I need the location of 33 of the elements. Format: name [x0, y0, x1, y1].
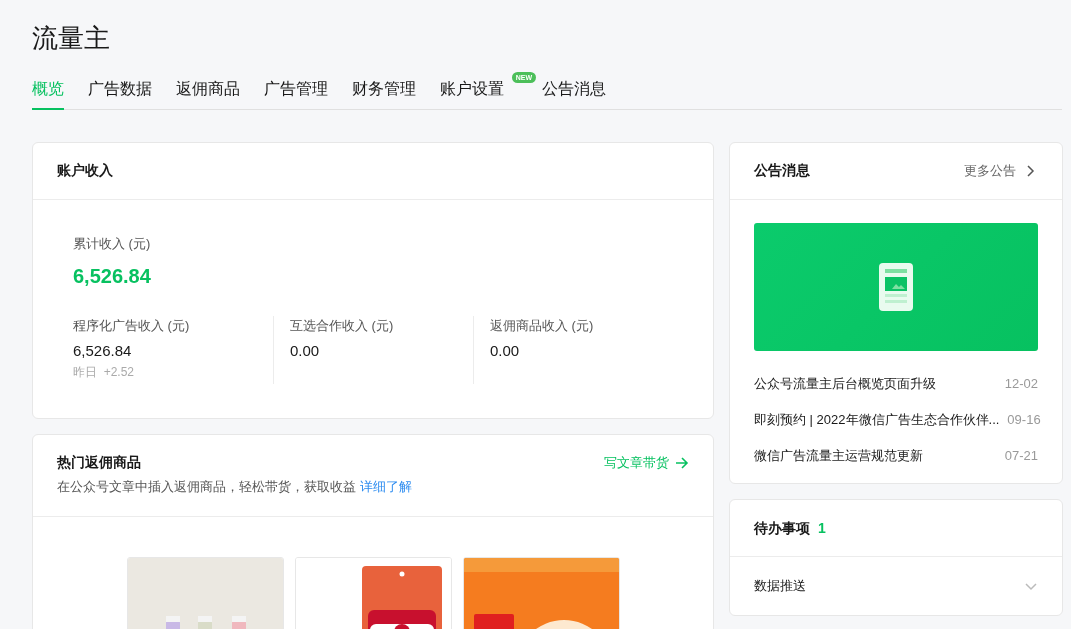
- income-value: 0.00: [490, 341, 521, 361]
- todo-item[interactable]: 数据推送: [754, 577, 806, 595]
- document-icon: [879, 263, 913, 311]
- page-title: 流量主: [32, 22, 111, 55]
- yesterday-change: 昨日 +2.52: [73, 364, 136, 381]
- announcement-title[interactable]: 公众号流量主后台概览页面升级: [754, 373, 936, 395]
- announcement-title[interactable]: 微信广告流量主运营规范更新: [754, 445, 923, 467]
- nav-tab[interactable]: 公告消息: [542, 78, 606, 110]
- announcement-banner[interactable]: [754, 223, 1038, 351]
- arrow-right-icon: [675, 456, 689, 470]
- income-value: 0.00: [290, 341, 321, 361]
- card-title: 待办事项: [754, 519, 810, 536]
- nav-tab[interactable]: 广告数据: [88, 78, 152, 110]
- nav-tab[interactable]: 财务管理: [352, 78, 416, 110]
- income-label: 返佣商品收入 (元): [490, 317, 595, 335]
- total-income-value: 6,526.84: [73, 264, 152, 289]
- announcement-date: 09-16: [1007, 411, 1041, 429]
- more-announcements-link[interactable]: 更多公告: [964, 162, 1038, 180]
- announcement-date: 12-02: [1004, 375, 1038, 393]
- card-title: 账户收入: [57, 162, 113, 180]
- announcement-date: 07-21: [1004, 447, 1038, 465]
- announcement-title[interactable]: 即刻预约 | 2022年微信广告生态合作伙伴...: [754, 409, 1000, 431]
- nav-tab[interactable]: 返佣商品: [176, 78, 240, 110]
- income-label: 互选合作收入 (元): [290, 317, 395, 335]
- card-title: 公告消息: [754, 162, 810, 180]
- total-income-label: 累计收入 (元): [73, 235, 152, 253]
- income-label: 程序化广告收入 (元): [73, 317, 191, 335]
- nav-tab[interactable]: 广告管理: [264, 78, 328, 110]
- card-subtitle: 在公众号文章中插入返佣商品，轻松带货，获取收益 详细了解: [57, 478, 412, 496]
- todo-count: 1: [818, 519, 826, 536]
- learn-more-link[interactable]: 详细了解: [359, 479, 412, 494]
- income-value: 6,526.84: [73, 341, 133, 361]
- card-title: 热门返佣商品: [57, 454, 141, 470]
